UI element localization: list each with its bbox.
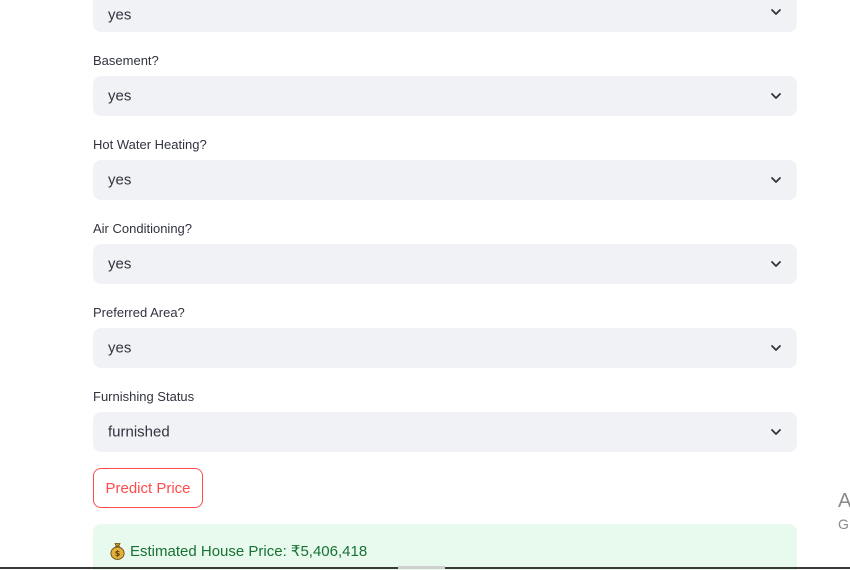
select-furnishing-status[interactable]: furnished <box>93 412 797 452</box>
scroll-indicator <box>398 566 445 569</box>
select-hot-water-heating[interactable]: yes <box>93 160 797 200</box>
chevron-down-icon <box>771 429 781 435</box>
select-value: yes <box>108 255 132 273</box>
select-air-conditioning[interactable]: yes <box>93 244 797 284</box>
preferred-area-label: Preferred Area? <box>93 305 185 320</box>
furnishing-status-label: Furnishing Status <box>93 389 195 404</box>
select-value: furnished <box>108 423 170 441</box>
edge-overlay-text-2: G <box>838 516 849 532</box>
select-value: yes <box>108 339 132 357</box>
edge-overlay-text-1: A <box>838 490 850 512</box>
chevron-down-icon <box>771 177 781 183</box>
chevron-down-icon <box>771 9 781 15</box>
select-basement[interactable]: yes <box>93 76 797 116</box>
chevron-down-icon <box>771 93 781 99</box>
air-conditioning-label: Air Conditioning? <box>93 221 193 236</box>
select-preferred-area[interactable]: yes <box>93 328 797 368</box>
money-bag-icon: $ <box>110 543 125 560</box>
select-mainroad-partial[interactable]: yes <box>93 0 797 32</box>
chevron-down-icon <box>771 345 781 351</box>
svg-text:$: $ <box>115 549 121 558</box>
basement-label: Basement? <box>93 53 159 68</box>
page: yes Basement? yes Hot Water Heating? yes… <box>0 0 850 570</box>
result-alert: $ Estimated House Price: ₹5,406,418 <box>93 524 797 570</box>
predict-price-button[interactable]: Predict Price <box>93 468 203 508</box>
estimated-price-text: Estimated House Price: ₹5,406,418 <box>130 543 368 560</box>
hot-water-heating-label: Hot Water Heating? <box>93 137 207 152</box>
select-value: yes <box>108 87 132 105</box>
select-value: yes <box>108 171 132 189</box>
chevron-down-icon <box>771 261 781 267</box>
select-value: yes <box>108 6 132 24</box>
result-line: $ Estimated House Price: ₹5,406,418 <box>109 542 367 560</box>
